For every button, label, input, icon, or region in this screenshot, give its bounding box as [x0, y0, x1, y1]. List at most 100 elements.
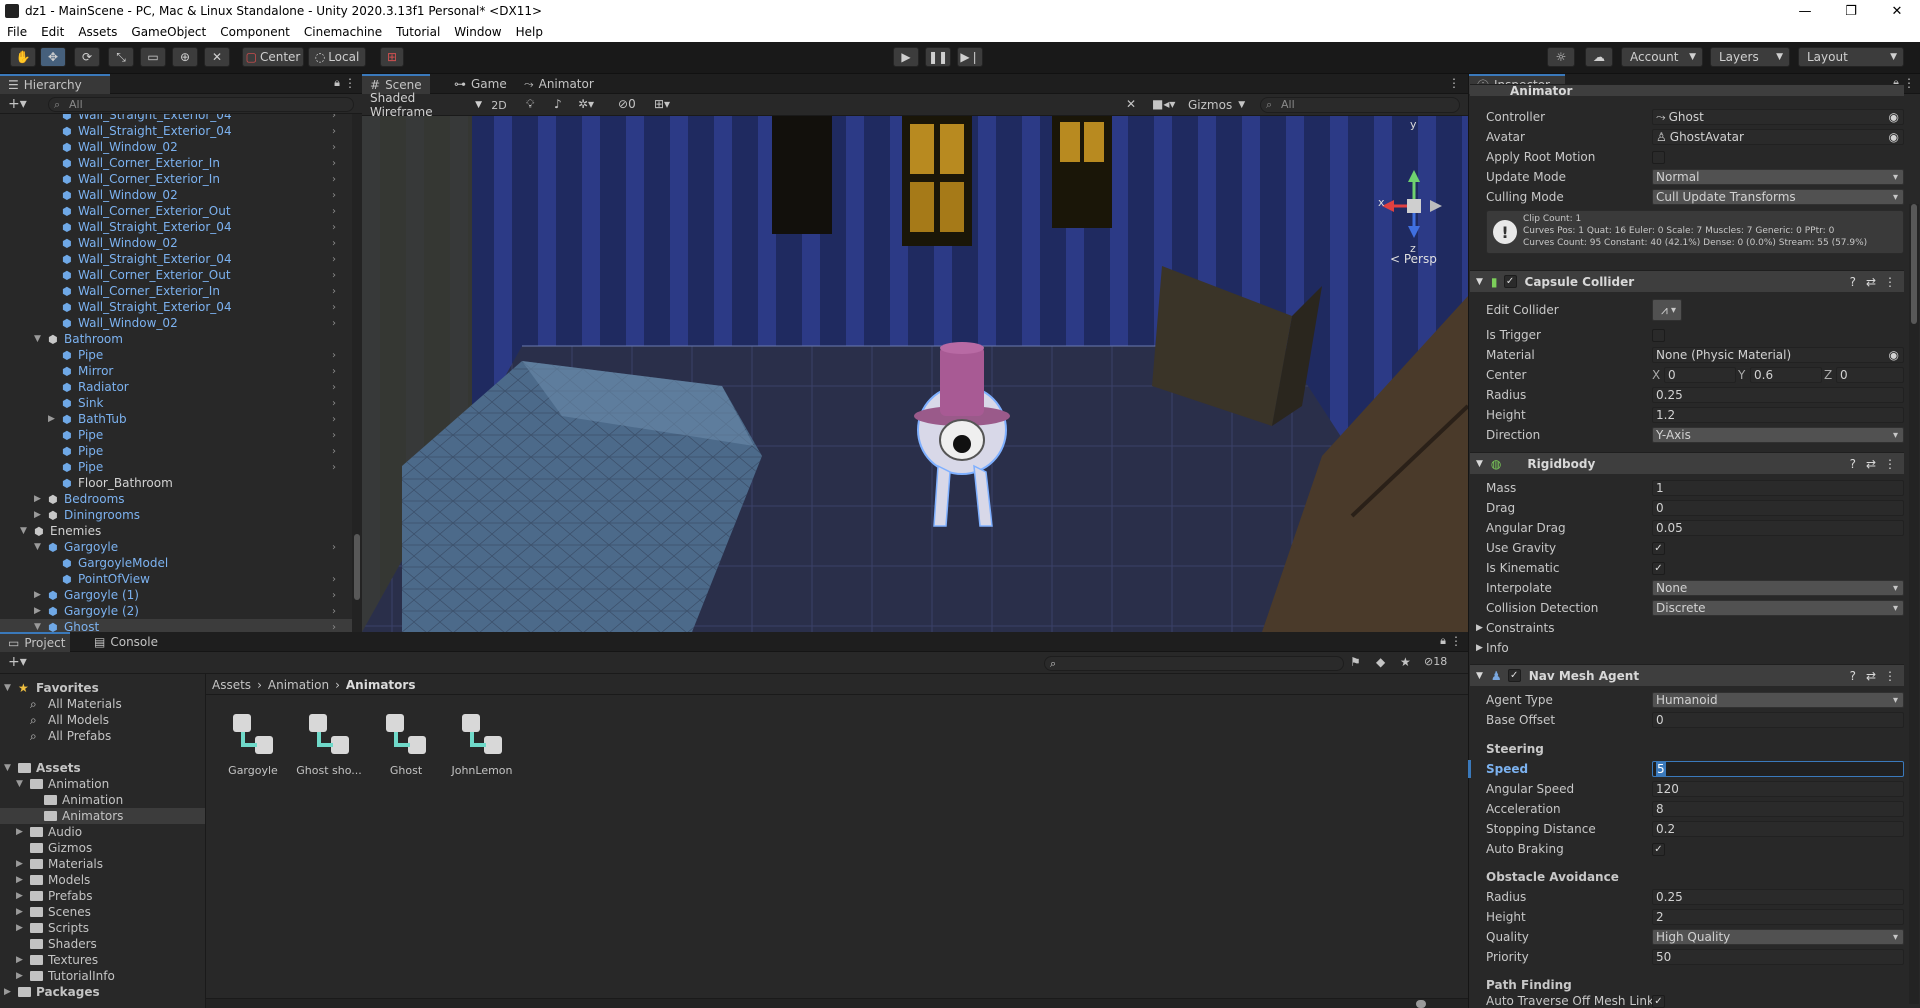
- chevron-right-icon[interactable]: ›: [332, 382, 336, 393]
- menu-edit[interactable]: Edit: [34, 25, 71, 39]
- tab-hierarchy[interactable]: ☰ Hierarchy: [0, 74, 110, 94]
- assets-folder[interactable]: ▼ Assets: [0, 760, 205, 776]
- hierarchy-item[interactable]: ⬢ Wall_Corner_Exterior_In ›: [0, 155, 352, 171]
- capsule-collider-header[interactable]: ▼ ▮ ✓ Capsule Collider ? ⇄ ⋮: [1470, 270, 1904, 292]
- help-icon[interactable]: ?: [1850, 457, 1856, 471]
- scrollbar-thumb[interactable]: [1911, 204, 1917, 324]
- favorite-star-icon[interactable]: ★: [1400, 655, 1411, 669]
- more-menu-icon[interactable]: ⋮: [1448, 76, 1460, 90]
- gizmos-dropdown[interactable]: Gizmos ▼: [1184, 96, 1254, 114]
- menu-tutorial[interactable]: Tutorial: [389, 25, 447, 39]
- interpolate-dropdown[interactable]: None: [1652, 580, 1904, 596]
- fold-arrow-icon[interactable]: ▼: [34, 334, 41, 344]
- hierarchy-item[interactable]: ▶ ⬢ Bedrooms: [0, 491, 352, 507]
- collider-radius-field[interactable]: 0.25: [1652, 387, 1904, 403]
- fold-arrow-icon[interactable]: ▶: [34, 606, 41, 616]
- custom-tool-icon[interactable]: ✕: [204, 47, 230, 67]
- quality-dropdown[interactable]: High Quality: [1652, 929, 1904, 945]
- cloud-icon[interactable]: ☁: [1585, 47, 1613, 67]
- hierarchy-item[interactable]: ⬢ Wall_Straight_Exterior_04 ›: [0, 219, 352, 235]
- chevron-right-icon[interactable]: ›: [332, 462, 336, 473]
- tools-icon[interactable]: ✕: [1126, 97, 1136, 111]
- asset-item[interactable]: Gargoyle: [215, 710, 291, 777]
- hierarchy-search-input[interactable]: ⌕ All: [48, 97, 354, 112]
- hierarchy-item[interactable]: ⬢ Wall_Straight_Exterior_04 ›: [0, 123, 352, 139]
- favorite-all-materials[interactable]: ⌕ All Materials: [0, 696, 205, 712]
- filter-label-icon[interactable]: ◆: [1376, 655, 1385, 669]
- layout-dropdown[interactable]: Layout ▼: [1798, 47, 1904, 67]
- inspector-scrollbar[interactable]: [1909, 204, 1919, 1004]
- hierarchy-item[interactable]: ▶ ⬢ Diningrooms: [0, 507, 352, 523]
- pivot-center-toggle[interactable]: ▢ Center: [242, 47, 304, 67]
- center-x-field[interactable]: 0: [1664, 367, 1736, 383]
- controller-field[interactable]: ⤳ Ghost ◉: [1652, 109, 1904, 125]
- folder-scenes[interactable]: ▶ Scenes: [0, 904, 205, 920]
- edit-collider-button[interactable]: ⩘: [1652, 299, 1682, 321]
- fold-arrow-icon[interactable]: ▼: [16, 779, 23, 789]
- fold-arrow-icon[interactable]: ▶: [16, 827, 23, 837]
- is-trigger-checkbox[interactable]: [1652, 328, 1665, 342]
- angular-speed-field[interactable]: 120: [1652, 781, 1904, 797]
- project-search-input[interactable]: ⌕: [1044, 656, 1344, 671]
- preset-icon[interactable]: ⇄: [1866, 669, 1876, 683]
- hierarchy-item[interactable]: ⬢ Mirror ›: [0, 363, 352, 379]
- hand-tool-icon[interactable]: ✋: [10, 47, 36, 67]
- chevron-right-icon[interactable]: ›: [332, 270, 336, 281]
- folder-animation-sub[interactable]: Animation: [0, 792, 205, 808]
- chevron-right-icon[interactable]: ›: [332, 446, 336, 457]
- scale-tool-icon[interactable]: ⤡: [108, 47, 134, 67]
- folder-shaders[interactable]: Shaders: [0, 936, 205, 952]
- component-menu-icon[interactable]: ⋮: [1884, 457, 1896, 471]
- folder-audio[interactable]: ▶ Audio: [0, 824, 205, 840]
- apply-root-motion-checkbox[interactable]: [1652, 150, 1665, 164]
- preset-icon[interactable]: ⇄: [1866, 275, 1876, 289]
- help-icon[interactable]: ?: [1850, 669, 1856, 683]
- chevron-right-icon[interactable]: ›: [332, 302, 336, 313]
- chevron-right-icon[interactable]: ›: [332, 174, 336, 185]
- fold-arrow-icon[interactable]: ▶: [34, 494, 41, 504]
- menu-cinemachine[interactable]: Cinemachine: [297, 25, 389, 39]
- favorite-all-models[interactable]: ⌕ All Models: [0, 712, 205, 728]
- fold-arrow-icon[interactable]: ▶: [4, 987, 11, 997]
- folder-animation[interactable]: ▼ Animation: [0, 776, 205, 792]
- constraints-foldout[interactable]: ▶ Constraints: [1476, 618, 1904, 638]
- step-button[interactable]: ▶❘: [957, 47, 983, 67]
- scene-search-input[interactable]: ⌕ All: [1260, 97, 1460, 113]
- object-picker-icon[interactable]: ◉: [1889, 348, 1899, 362]
- hierarchy-item[interactable]: ⬢ Wall_Corner_Exterior_Out ›: [0, 203, 352, 219]
- more-menu-icon[interactable]: ⋮: [1450, 634, 1462, 648]
- more-menu-icon[interactable]: ⋮: [344, 76, 356, 90]
- chevron-right-icon[interactable]: ›: [332, 542, 336, 553]
- hierarchy-item[interactable]: ▶ ⬢ BathTub ›: [0, 411, 352, 427]
- effects-icon[interactable]: ✲▾: [578, 97, 594, 111]
- fold-arrow-icon[interactable]: ▶: [16, 891, 23, 901]
- animator-header[interactable]: Animator: [1470, 84, 1904, 96]
- asset-item[interactable]: Ghost sho...: [291, 710, 367, 777]
- audio-icon[interactable]: ♪: [554, 97, 562, 111]
- filter-type-icon[interactable]: ⚑: [1350, 655, 1361, 669]
- object-picker-icon[interactable]: ◉: [1889, 130, 1899, 144]
- hidden-objects-icon[interactable]: ⊘0: [618, 97, 636, 111]
- help-icon[interactable]: ?: [1850, 275, 1856, 289]
- rect-tool-icon[interactable]: ▭: [140, 47, 166, 67]
- tab-animator[interactable]: ⤳ Animator: [516, 74, 606, 94]
- layers-dropdown[interactable]: Layers ▼: [1710, 47, 1790, 67]
- hierarchy-item[interactable]: ⬢ Wall_Window_02 ›: [0, 187, 352, 203]
- hierarchy-item[interactable]: ⬢ Floor_Bathroom: [0, 475, 352, 491]
- hierarchy-item[interactable]: ▶ ⬢ Gargoyle (1) ›: [0, 587, 352, 603]
- hierarchy-item[interactable]: ▼ ⬢ Ghost ›: [0, 619, 352, 632]
- nav-agent-enabled-checkbox[interactable]: ✓: [1507, 669, 1521, 682]
- hierarchy-item[interactable]: ⬢ Wall_Window_02 ›: [0, 235, 352, 251]
- fold-arrow-icon[interactable]: ▶: [16, 859, 23, 869]
- info-foldout[interactable]: ▶ Info: [1476, 638, 1904, 658]
- hierarchy-scrollbar[interactable]: [352, 114, 362, 632]
- fold-arrow-icon[interactable]: ▼: [1476, 277, 1483, 287]
- fold-arrow-icon[interactable]: ▼: [4, 683, 11, 693]
- folder-models[interactable]: ▶ Models: [0, 872, 205, 888]
- breadcrumb-animators[interactable]: Animators: [346, 678, 416, 692]
- fold-arrow-icon[interactable]: ▼: [1476, 459, 1483, 469]
- asset-item[interactable]: Ghost: [368, 710, 444, 777]
- menu-file[interactable]: File: [0, 25, 34, 39]
- rotate-tool-icon[interactable]: ⟳: [74, 47, 100, 67]
- fold-arrow-icon[interactable]: ▼: [20, 526, 27, 536]
